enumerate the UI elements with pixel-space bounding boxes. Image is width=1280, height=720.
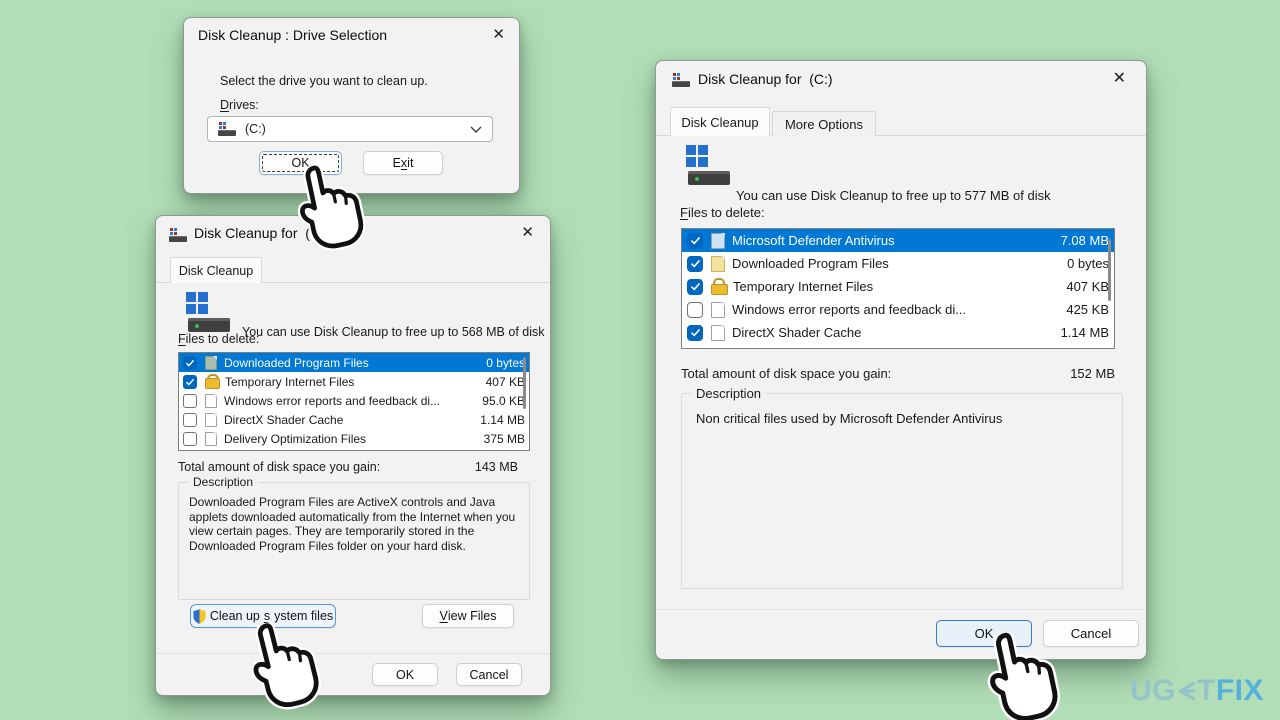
cancel-button[interactable]: Cancel: [1043, 620, 1139, 647]
description-group: Description Downloaded Program Files are…: [178, 475, 530, 600]
list-item-partial: [179, 448, 529, 452]
disk-cleanup-dialog-large: Disk Cleanup for (C:) ✕ Disk Cleanup Mor…: [655, 60, 1147, 660]
tab-disk-cleanup[interactable]: Disk Cleanup: [670, 107, 770, 136]
file-icon: [205, 451, 217, 452]
total-label: Total amount of disk space you gain:: [681, 366, 892, 381]
disk-cleanup-icon: [672, 73, 690, 87]
list-item[interactable]: DirectX Shader Cache 1.14 MB: [179, 410, 529, 429]
list-item[interactable]: Downloaded Program Files 0 bytes: [682, 252, 1114, 275]
disk-cleanup-dialog-small: Disk Cleanup for (C:) ✕ Disk Cleanup You…: [155, 215, 551, 696]
scrollbar[interactable]: [1108, 239, 1111, 301]
footer-divider: [156, 653, 550, 654]
checkbox-checked[interactable]: [183, 374, 197, 389]
total-label: Total amount of disk space you gain:: [178, 460, 381, 474]
total-row: Total amount of disk space you gain: 152…: [681, 366, 1115, 381]
file-icon: [711, 255, 725, 272]
list-item[interactable]: Microsoft Defender Antivirus 7.08 MB: [682, 229, 1114, 252]
footer-divider: [656, 609, 1146, 610]
checkbox-unchecked[interactable]: [183, 431, 197, 446]
ugetfix-watermark: UG T FIX: [1130, 674, 1264, 707]
file-icon: [711, 347, 725, 348]
checkbox-unchecked: [183, 451, 197, 452]
total-row: Total amount of disk space you gain: 143…: [178, 460, 518, 474]
drive-select[interactable]: (C:): [207, 116, 493, 142]
description-group-title: Description: [188, 475, 259, 489]
exit-button[interactable]: Ex it: [363, 151, 443, 175]
checkbox-unchecked[interactable]: [183, 412, 197, 427]
description-group: Description Non critical files used by M…: [681, 386, 1123, 589]
files-to-delete-label: Files to delete:: [178, 332, 260, 346]
list-item[interactable]: DirectX Shader Cache 1.14 MB: [682, 321, 1114, 344]
list-item[interactable]: Temporary Internet Files 407 KB: [179, 372, 529, 391]
files-list: Microsoft Defender Antivirus 7.08 MB Dow…: [681, 228, 1115, 349]
checkbox-checked[interactable]: [687, 278, 703, 295]
total-value: 152 MB: [1070, 366, 1115, 381]
cancel-button[interactable]: Cancel: [456, 663, 522, 686]
files-to-delete-label: Files to delete:: [680, 205, 765, 220]
file-icon: [711, 301, 725, 318]
checkbox-checked[interactable]: [687, 324, 703, 341]
ok-button[interactable]: OK: [372, 663, 438, 686]
checkbox-checked[interactable]: [687, 255, 703, 272]
tab-disk-cleanup[interactable]: Disk Cleanup: [170, 257, 262, 283]
drives-label: Drives:: [220, 98, 259, 112]
close-icon[interactable]: ✕: [1113, 71, 1126, 87]
list-item[interactable]: Windows error reports and feedback di...…: [179, 391, 529, 410]
checkbox-unchecked[interactable]: [687, 301, 703, 318]
list-item-partial: [682, 344, 1114, 348]
dialog-title: Disk Cleanup for (C:): [698, 71, 833, 87]
tab-more-options[interactable]: More Options: [772, 111, 876, 136]
lock-icon: [711, 278, 728, 295]
list-item[interactable]: Downloaded Program Files 0 bytes: [179, 353, 529, 372]
chevron-down-icon: [470, 126, 482, 133]
uac-shield-icon: [193, 608, 206, 624]
file-icon: [205, 355, 217, 370]
description-text: Non critical files used by Microsoft Def…: [696, 411, 1003, 426]
file-icon: [205, 431, 217, 446]
file-icon: [711, 232, 725, 249]
checkbox-unchecked[interactable]: [183, 393, 197, 408]
checkbox-checked[interactable]: [183, 355, 197, 370]
drive-icon: [218, 122, 236, 136]
view-files-button[interactable]: View Files: [422, 604, 514, 628]
stylized-e-icon: [1179, 681, 1195, 701]
file-icon: [205, 393, 217, 408]
lock-icon: [205, 374, 220, 389]
file-icon: [205, 412, 217, 427]
list-item[interactable]: Windows error reports and feedback di...…: [682, 298, 1114, 321]
disk-cleanup-big-icon: [184, 292, 230, 332]
dialog-title: Disk Cleanup : Drive Selection: [198, 27, 388, 43]
description-group-title: Description: [691, 386, 767, 401]
disk-cleanup-icon: [169, 228, 187, 242]
total-value: 143 MB: [474, 460, 518, 474]
drive-prompt: Select the drive you want to clean up.: [220, 74, 428, 88]
close-icon[interactable]: ✕: [521, 225, 534, 240]
list-item[interactable]: Temporary Internet Files 407 KB: [682, 275, 1114, 298]
drive-select-value: (C:): [245, 122, 266, 136]
scrollbar[interactable]: [523, 357, 526, 409]
checkbox-checked[interactable]: [687, 232, 703, 249]
close-icon[interactable]: ✕: [492, 27, 505, 42]
files-list: Downloaded Program Files 0 bytes Tempora…: [178, 352, 530, 451]
disk-cleanup-big-icon: [684, 145, 730, 185]
file-icon: [711, 324, 725, 341]
description-text: Downloaded Program Files are ActiveX con…: [189, 495, 516, 553]
list-item[interactable]: Delivery Optimization Files 375 MB: [179, 429, 529, 448]
checkbox-unchecked: [687, 347, 703, 348]
